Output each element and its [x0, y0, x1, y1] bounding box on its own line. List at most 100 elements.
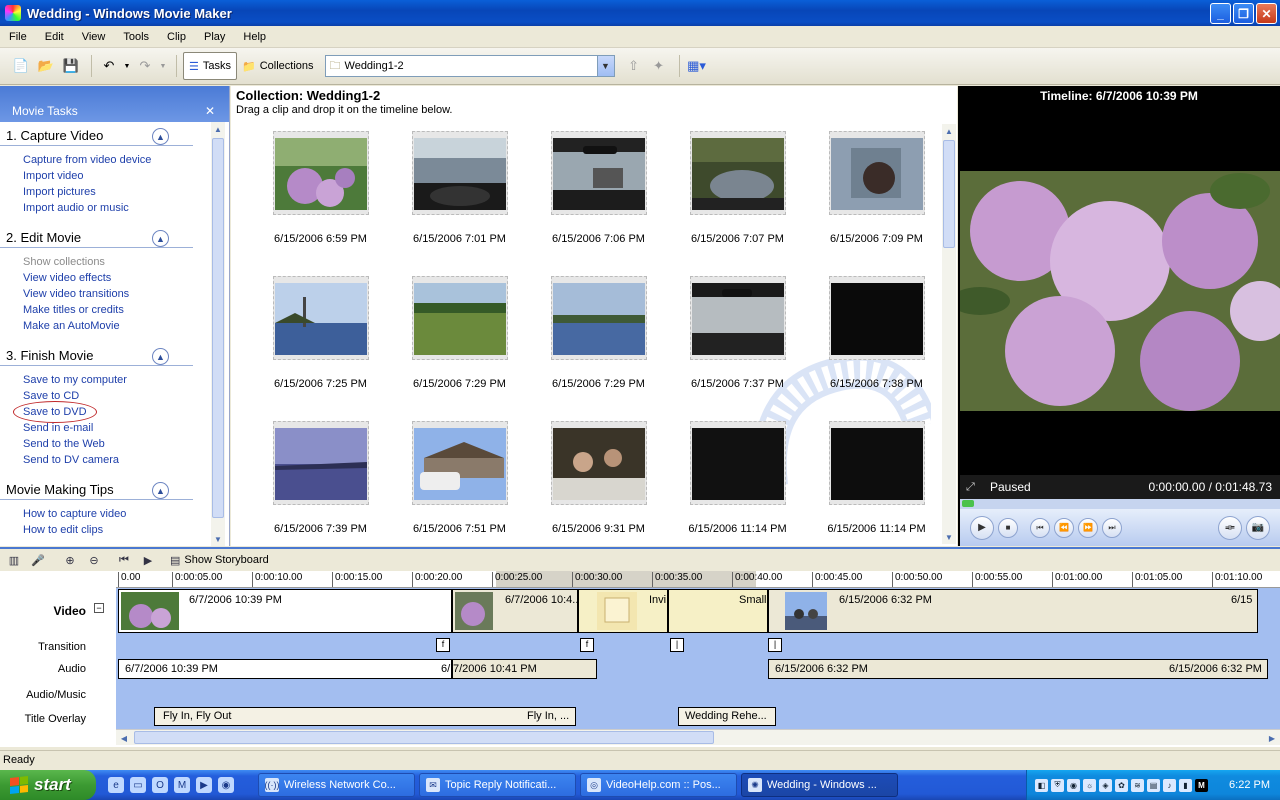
- collapse-track-icon[interactable]: −: [94, 603, 104, 613]
- task-view-transitions[interactable]: View video transitions: [0, 286, 229, 302]
- tray-icon[interactable]: ◈: [1099, 778, 1112, 792]
- task-send-email[interactable]: Send in e-mail: [0, 420, 229, 436]
- title-overlay-track[interactable]: Fly In, Fly Out Fly In, ... Wedding Rehe…: [116, 706, 1280, 729]
- audio-clip[interactable]: 6/15/2006 6:32 PM 6/15/2006 6:32 PM: [768, 659, 1268, 679]
- task-make-titles[interactable]: Make titles or credits: [0, 302, 229, 318]
- task-send-to-dv-camera[interactable]: Send to DV camera: [0, 452, 229, 468]
- scroll-right-icon[interactable]: ▶: [1265, 731, 1279, 745]
- maximize-button[interactable]: ❐: [1233, 3, 1254, 24]
- redo-dropdown-icon[interactable]: ▼: [159, 55, 167, 77]
- task-view-effects[interactable]: View video effects: [0, 270, 229, 286]
- previous-frame-icon[interactable]: ⏮: [1030, 517, 1050, 538]
- tray-icon[interactable]: ◧: [1035, 778, 1048, 792]
- task-topic-reply[interactable]: ✉ Topic Reply Notificati...: [419, 773, 576, 797]
- collapse-icon[interactable]: ▲: [152, 482, 169, 499]
- zoom-in-icon[interactable]: ⊕: [60, 551, 80, 569]
- menu-tools[interactable]: Tools: [114, 31, 158, 43]
- undo-icon[interactable]: ↶: [98, 55, 120, 77]
- task-import-pictures[interactable]: Import pictures: [0, 184, 229, 200]
- forward-icon[interactable]: ⏩: [1078, 517, 1098, 538]
- take-picture-icon[interactable]: 📷: [1246, 515, 1270, 540]
- undo-dropdown-icon[interactable]: ▼: [123, 55, 131, 77]
- redo-icon[interactable]: ↷: [134, 55, 156, 77]
- menu-clip[interactable]: Clip: [158, 31, 195, 43]
- seek-knob[interactable]: [962, 500, 974, 507]
- tray-icon[interactable]: ☼: [1083, 778, 1096, 792]
- task-movie-maker[interactable]: ✺ Wedding - Windows ...: [741, 773, 898, 797]
- menu-edit[interactable]: Edit: [36, 31, 73, 43]
- play-icon[interactable]: ▶: [970, 515, 994, 540]
- collection-select[interactable]: 🗀 Wedding1-2 ▼: [324, 55, 615, 77]
- scroll-down-icon[interactable]: ▼: [942, 530, 956, 544]
- task-show-collections[interactable]: Show collections: [0, 254, 229, 270]
- clip-item[interactable]: 6/15/2006 9:31 PM: [529, 421, 668, 546]
- new-project-icon[interactable]: 📄: [10, 55, 32, 77]
- collapse-icon[interactable]: ▲: [152, 128, 169, 145]
- new-collection-folder-icon[interactable]: ✦: [648, 55, 670, 77]
- task-send-to-web[interactable]: Send to the Web: [0, 436, 229, 452]
- stop-icon[interactable]: ■: [998, 517, 1018, 538]
- clip-item[interactable]: 6/15/2006 7:37 PM: [668, 276, 807, 421]
- audio-music-track[interactable]: [116, 682, 1280, 706]
- messenger-tray-icon[interactable]: M: [1195, 778, 1208, 792]
- transition-marker[interactable]: f: [580, 638, 594, 652]
- clip-item[interactable]: 6/15/2006 7:06 PM: [529, 131, 668, 276]
- collections-button[interactable]: 📁 Collections: [237, 52, 319, 80]
- next-frame-icon[interactable]: ⏭: [1102, 517, 1122, 538]
- audio-track[interactable]: 6/7/2006 10:39 PM 6/ 7/2006 10:41 PM 6/1…: [116, 658, 1280, 682]
- seek-bar[interactable]: [960, 499, 1280, 509]
- scroll-up-icon[interactable]: ▲: [211, 122, 225, 136]
- narrate-timeline-icon[interactable]: 🎤: [28, 551, 48, 569]
- transition-track[interactable]: f f | |: [116, 636, 1280, 658]
- transition-marker[interactable]: |: [768, 638, 782, 652]
- clip-item[interactable]: 6/15/2006 7:51 PM: [390, 421, 529, 546]
- clip-item[interactable]: 6/15/2006 7:29 PM: [529, 276, 668, 421]
- media-player-icon[interactable]: ▶: [196, 777, 212, 793]
- chevron-down-icon[interactable]: ▼: [596, 56, 614, 76]
- split-clip-icon[interactable]: ⟚: [1218, 515, 1242, 540]
- network-icon[interactable]: ▤: [1147, 778, 1160, 792]
- timeline-ruler[interactable]: 0.00 0:00:05.00 0:00:10.00 0:00:15.00 0:…: [116, 571, 1280, 588]
- messenger-icon[interactable]: M: [174, 777, 190, 793]
- volume-icon[interactable]: ♪: [1163, 778, 1176, 792]
- scroll-left-icon[interactable]: ◀: [117, 731, 131, 745]
- fullscreen-icon[interactable]: ⤢: [966, 481, 975, 494]
- audio-clip[interactable]: 6/7/2006 10:39 PM 6/: [118, 659, 452, 679]
- video-clip[interactable]: Small...: [668, 589, 768, 633]
- transition-marker[interactable]: |: [670, 638, 684, 652]
- title-overlay-clip[interactable]: Fly In, Fly Out Fly In, ...: [154, 707, 576, 726]
- scrollbar-thumb[interactable]: [212, 138, 224, 518]
- task-capture-from-device[interactable]: Capture from video device: [0, 152, 229, 168]
- audio-clip[interactable]: 7/2006 10:41 PM: [452, 659, 597, 679]
- menu-play[interactable]: Play: [195, 31, 234, 43]
- close-pane-icon[interactable]: ✕: [205, 104, 215, 118]
- video-clip[interactable]: 6/7/2006 10:39 PM: [118, 589, 452, 633]
- close-button[interactable]: ✕: [1256, 3, 1277, 24]
- play-timeline-icon[interactable]: ▶: [138, 551, 158, 569]
- set-audio-levels-icon[interactable]: ▥: [4, 551, 24, 569]
- menu-help[interactable]: Help: [234, 31, 275, 43]
- shield-icon[interactable]: ⛨: [1051, 778, 1064, 792]
- collection-scrollbar[interactable]: ▲ ▼: [942, 124, 956, 544]
- tray-icon[interactable]: ◉: [1067, 778, 1080, 792]
- outlook-icon[interactable]: O: [152, 777, 168, 793]
- video-track[interactable]: 6/7/2006 10:39 PM 6/7/2006 10:4... Invi.…: [116, 588, 1280, 636]
- scrollbar-thumb[interactable]: [943, 140, 955, 248]
- clip-item[interactable]: 6/15/2006 7:07 PM: [668, 131, 807, 276]
- zoom-out-icon[interactable]: ⊖: [84, 551, 104, 569]
- transition-marker[interactable]: f: [436, 638, 450, 652]
- task-save-to-dvd[interactable]: Save to DVD: [13, 401, 97, 423]
- up-folder-icon[interactable]: ⇧: [623, 55, 645, 77]
- clip-item[interactable]: 6/15/2006 11:14 PM: [668, 421, 807, 546]
- show-desktop-icon[interactable]: ▭: [130, 777, 146, 793]
- video-clip[interactable]: 6/15/2006 6:32 PM 6/15: [768, 589, 1258, 633]
- clip-item[interactable]: 6/15/2006 11:14 PM: [807, 421, 946, 546]
- task-make-automovie[interactable]: Make an AutoMovie: [0, 318, 229, 334]
- scroll-up-icon[interactable]: ▲: [942, 124, 956, 138]
- clip-item[interactable]: 6/15/2006 6:59 PM: [251, 131, 390, 276]
- task-save-to-cd[interactable]: Save to CD: [0, 388, 229, 404]
- menu-view[interactable]: View: [73, 31, 115, 43]
- collapse-icon[interactable]: ▲: [152, 348, 169, 365]
- minimize-button[interactable]: _: [1210, 3, 1231, 24]
- task-videohelp[interactable]: ◎ VideoHelp.com :: Pos...: [580, 773, 737, 797]
